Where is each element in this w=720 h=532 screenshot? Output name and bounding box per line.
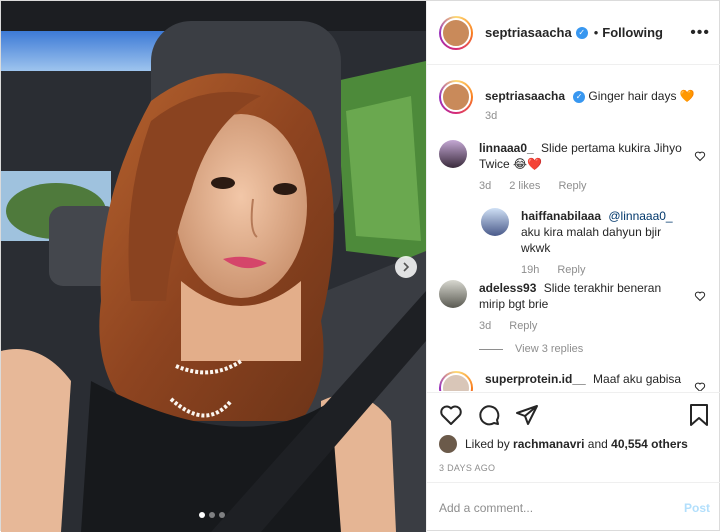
like-comment-heart-icon[interactable]	[694, 290, 706, 302]
likes-summary: Liked by rachmanavri and 40,554 others	[439, 435, 688, 453]
author-username[interactable]: septriasaacha	[485, 25, 572, 40]
reply-button[interactable]: Reply	[509, 318, 537, 334]
post-timestamp: 3 DAYS AGO	[439, 463, 496, 473]
post-side-panel: septriasaacha ✓ • Following ••• septrias…	[426, 1, 720, 532]
commenter-avatar[interactable]	[481, 208, 509, 236]
ellipsis-icon[interactable]: •••	[690, 24, 710, 42]
post-photo[interactable]	[1, 1, 426, 532]
comment-mention-link[interactable]: @linnaaa0_	[608, 209, 672, 223]
bookmark-icon[interactable]	[688, 403, 710, 427]
likes-prefix: Liked by	[465, 437, 510, 451]
post-modal: septriasaacha ✓ • Following ••• septrias…	[0, 0, 720, 532]
comment-icon[interactable]	[477, 403, 501, 427]
comment-username[interactable]: adeless93	[479, 281, 536, 295]
comment-likes-link[interactable]: 2 likes	[509, 178, 540, 194]
commenter-avatar[interactable]	[439, 280, 467, 308]
caption-username[interactable]: septriasaacha	[485, 89, 565, 103]
comment-text: Maaf aku gabisa	[593, 372, 682, 386]
following-button[interactable]: Following	[602, 25, 663, 40]
caption-avatar[interactable]	[439, 80, 473, 114]
like-comment-heart-icon[interactable]	[694, 381, 706, 391]
verified-badge-icon: ✓	[573, 90, 586, 103]
carousel-dot	[209, 512, 215, 518]
comment-row: linnaaa0_ Slide pertama kukira Jihyo Twi…	[439, 140, 710, 194]
comment-username[interactable]: haiffanabilaaa	[521, 209, 601, 223]
like-comment-heart-icon[interactable]	[694, 150, 706, 162]
share-icon[interactable]	[515, 403, 539, 427]
comment-username[interactable]: linnaaa0_	[479, 141, 534, 155]
view-replies-button[interactable]: View 3 replies	[479, 343, 583, 355]
commenter-avatar[interactable]	[439, 140, 467, 168]
heart-icon[interactable]	[439, 403, 463, 427]
comment-username[interactable]: superprotein.id__	[485, 372, 586, 386]
carousel-dot	[219, 512, 225, 518]
add-comment-bar: Post	[427, 482, 720, 532]
carousel-indicators	[199, 512, 225, 518]
selfie-illustration	[1, 1, 426, 532]
likes-and: and	[587, 437, 608, 451]
caption-row: septriasaacha ✓ Ginger hair days 🧡 3d	[439, 80, 710, 124]
comment-time: 19h	[521, 264, 540, 276]
add-comment-input[interactable]	[439, 500, 684, 515]
comment-time: 3d	[479, 320, 492, 332]
commenter-avatar[interactable]	[439, 371, 473, 391]
caption-time: 3d	[485, 110, 498, 122]
caption-text: Ginger hair days 🧡	[588, 89, 695, 103]
post-actions: Liked by rachmanavri and 40,554 others 3…	[427, 392, 720, 473]
post-comment-button[interactable]: Post	[684, 501, 710, 515]
likes-count-link[interactable]: 40,554 others	[611, 437, 688, 451]
next-slide-button[interactable]	[395, 256, 417, 278]
verified-badge-icon: ✓	[575, 26, 588, 39]
carousel-dot	[199, 512, 205, 518]
header-separator: •	[593, 25, 599, 40]
liker-avatar[interactable]	[439, 435, 457, 453]
post-header: septriasaacha ✓ • Following •••	[427, 1, 720, 65]
reply-row: haiffanabilaaa @linnaaa0_ aku kira malah…	[481, 208, 710, 278]
liker-username[interactable]: rachmanavri	[513, 437, 584, 451]
reply-button[interactable]: Reply	[558, 178, 586, 194]
author-avatar[interactable]	[439, 15, 473, 50]
comments-list: septriasaacha ✓ Ginger hair days 🧡 3d lin…	[427, 66, 720, 391]
reply-button[interactable]: Reply	[557, 262, 585, 278]
comment-text: aku kira malah dahyun bjir wkwk	[521, 225, 662, 255]
view-replies-divider	[479, 348, 503, 350]
view-replies-label: View 3 replies	[515, 343, 584, 355]
chevron-right-icon	[403, 262, 410, 272]
comment-time: 3d	[479, 180, 492, 192]
comment-row: adeless93 Slide terakhir beneran mirip b…	[439, 280, 710, 334]
comment-row: superprotein.id__ Maaf aku gabisa	[439, 371, 710, 391]
